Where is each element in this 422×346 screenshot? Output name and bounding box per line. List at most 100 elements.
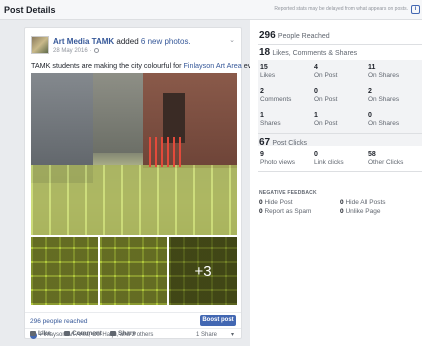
reached-label: People Reached [277,33,330,40]
stat-cell: 0 On Shares [368,112,422,128]
stat-value: 2 [368,88,372,95]
comment-label: Comment [72,330,102,337]
people-reached-link[interactable]: 296 people reached [30,318,87,325]
people-reached-stat: 296 People Reached [259,30,330,41]
barrier-poles [149,137,185,167]
stat-cell: 1 On Post [314,112,369,128]
page-name-link[interactable]: Art Media TAMK [53,37,114,46]
stat-cell: 4 On Post [314,64,369,80]
stat-label: Comments [260,96,292,103]
divider [258,171,422,172]
click-cell: 58 Other Clicks [368,151,422,167]
negative-label: Hide Post [264,199,293,206]
like-label: Like [38,330,52,337]
stat-label: Shares [260,120,281,127]
share-icon [110,330,116,336]
like-button[interactable]: Like [30,330,51,337]
negative-value: 0 [340,208,344,215]
negative-feedback-title: NEGATIVE FEEDBACK [259,190,317,196]
stat-value: 0 [368,112,372,119]
post-text-start: TAMK students are making the city colour… [31,61,184,70]
negative-label: Unlike Page [345,208,381,215]
finlayson-link[interactable]: Finlayson Art Area [183,61,241,70]
negative-value: 0 [259,208,263,215]
share-count[interactable]: 1 Share [196,332,217,338]
negative-item: 0 Unlike Page [340,208,381,215]
stat-cell: 15 Likes [260,64,315,80]
engagement-stat: 18 Likes, Comments & Shares [259,47,357,58]
click-label: Photo views [260,159,296,166]
page-avatar[interactable] [31,36,49,54]
stat-cell: 2 On Shares [368,88,422,104]
click-value: 9 [260,151,264,158]
negative-label: Hide All Posts [345,199,386,206]
chevron-down-icon[interactable]: ▾ [231,331,234,338]
photo-thumbnail-more[interactable]: +3 [169,237,237,305]
divider [258,44,422,45]
building-door [163,93,185,143]
post-clicks-stat: 67 Post Clicks [259,137,307,148]
delay-note: Reported stats may be delayed from what … [274,6,408,12]
stat-cell: 0 On Post [314,88,369,104]
page-title: Post Details [4,5,56,15]
negative-item: 0 Hide All Posts [340,199,386,206]
photo-thumbnail[interactable] [100,237,167,305]
click-cell: 0 Link clicks [314,151,369,167]
comment-button[interactable]: Comment [64,330,102,337]
clicks-value: 67 [259,137,271,148]
stat-value: 1 [260,112,264,119]
painted-ground [31,165,237,235]
stats-panel: 296 People Reached 18 Likes, Comments & … [250,20,422,346]
post-card: Art Media TAMK added 6 new photos. 28 Ma… [24,27,263,339]
main-photo[interactable] [31,73,237,235]
stat-label: On Post [314,120,338,127]
negative-item: 0 Report as Spam [259,208,311,215]
building-middle [93,73,143,153]
post-date-line: 28 May 2016 · [53,48,100,54]
clicks-label: Post Clicks [272,140,307,147]
stat-value: 15 [260,64,268,71]
chevron-down-icon[interactable]: ⌄ [229,36,235,44]
stat-label: On Post [314,72,338,79]
lcs-value: 18 [259,47,271,58]
negative-label: Report as Spam [264,208,312,215]
click-label: Link clicks [314,159,344,166]
click-value: 58 [368,151,376,158]
stat-label: On Shares [368,72,400,79]
stat-value: 2 [260,88,264,95]
negative-value: 0 [259,199,263,206]
boost-post-button[interactable]: Boost post [200,315,236,326]
photos-link[interactable]: 6 new photos. [141,37,191,46]
post-date[interactable]: 28 May 2016 · [53,48,93,54]
comment-icon [64,330,70,336]
stat-label: On Shares [368,120,400,127]
stat-value: 1 [314,112,318,119]
share-button[interactable]: Share [110,330,136,337]
post-text: TAMK students are making the city colour… [31,61,263,70]
more-photos-count: +3 [169,237,237,305]
reached-value: 296 [259,30,276,41]
share-label: Share [118,330,137,337]
reach-row: 296 people reached Boost post [25,312,241,327]
post-details-header: Post Details Reported stats may be delay… [0,0,422,20]
stat-cell: 11 On Shares [368,64,422,80]
stat-cell: 1 Shares [260,112,315,128]
click-value: 0 [314,151,318,158]
stat-label: On Shares [368,96,400,103]
post-action-text: added [114,37,141,46]
divider [258,133,422,134]
negative-value: 0 [340,199,344,206]
post-author-line: Art Media TAMK added 6 new photos. [53,37,191,46]
globe-icon [94,48,100,53]
stat-value: 0 [314,88,318,95]
stat-label: Likes [260,72,276,79]
click-label: Other Clicks [368,159,404,166]
stat-cell: 2 Comments [260,88,315,104]
stat-value: 11 [368,64,376,71]
thumbs-up-icon [30,330,36,336]
click-cell: 9 Photo views [260,151,315,167]
stat-value: 4 [314,64,318,71]
photo-thumbnail[interactable] [31,237,98,305]
stat-label: On Post [314,96,338,103]
info-icon[interactable]: i [411,5,420,14]
